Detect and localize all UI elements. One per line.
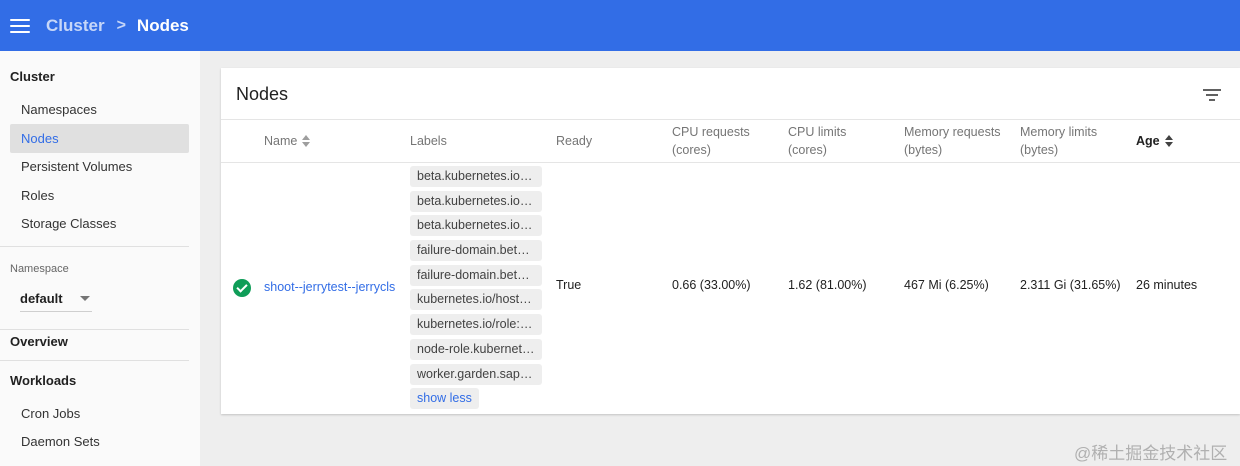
node-name-link[interactable]: shoot--jerrytest--jerrycls (264, 280, 397, 294)
age-value: 26 minutes (1136, 278, 1198, 292)
card-title: Nodes (236, 84, 289, 104)
header-unit: (cores) (672, 143, 711, 157)
cpu-limits-value: 1.62 (81.00%) (788, 278, 867, 292)
sidebar-item-cron-jobs[interactable]: Cron Jobs (10, 399, 189, 428)
column-header-cpu-limits: CPU limits (cores) (788, 120, 846, 162)
column-header-labels: Labels (410, 134, 447, 148)
show-less-button[interactable]: show less (410, 388, 479, 410)
breadcrumb-current: Nodes (136, 15, 189, 35)
sidebar-item-roles[interactable]: Roles (10, 181, 189, 210)
sidebar-item-storage-classes[interactable]: Storage Classes (10, 209, 189, 238)
label-chip[interactable]: kubernetes.io/hostna... (410, 289, 542, 311)
sidebar-divider (0, 246, 189, 247)
nodes-card: Nodes Name Labels Ready CPU requests (cor… (221, 68, 1240, 414)
column-header-memory-requests: Memory requests (bytes) (904, 120, 1001, 162)
column-header-age[interactable]: Age (1136, 120, 1173, 162)
label-chip[interactable]: worker.garden.sapclo... (410, 363, 542, 385)
memory-limits-value: 2.311 Gi (31.65%) (1020, 278, 1121, 292)
filter-icon[interactable] (1203, 88, 1221, 102)
header-line: CPU requests (672, 125, 750, 139)
memory-requests-value: 467 Mi (6.25%) (904, 278, 989, 292)
column-header-cpu-requests: CPU requests (cores) (672, 120, 750, 162)
column-header-memory-limits: Memory limits (bytes) (1020, 120, 1097, 162)
sort-icon[interactable] (1164, 135, 1173, 147)
sidebar-divider (0, 329, 189, 330)
header-line: CPU limits (788, 125, 847, 139)
column-header-name-label: Name (264, 134, 298, 148)
column-header-ready: Ready (556, 134, 593, 148)
label-chip[interactable]: beta.kubernetes.io/o... (410, 215, 542, 237)
header-unit: (cores) (788, 143, 827, 157)
sidebar-item-namespaces[interactable]: Namespaces (10, 95, 189, 124)
header-unit: (bytes) (1020, 143, 1059, 157)
column-header-age-label: Age (1136, 134, 1160, 148)
namespace-select[interactable]: default (20, 286, 92, 312)
namespace-label: Namespace (10, 263, 69, 275)
watermark-text: @稀土掘金技术社区 (1074, 444, 1228, 463)
sort-icon[interactable] (302, 135, 311, 147)
sidebar-heading-workloads[interactable]: Workloads (10, 373, 76, 388)
namespace-value: default (20, 291, 63, 306)
column-header-name[interactable]: Name (264, 120, 311, 162)
cpu-requests-value: 0.66 (33.00%) (672, 278, 751, 292)
top-app-bar: Cluster > Nodes (0, 0, 1240, 51)
sidebar-item-nodes[interactable]: Nodes (10, 124, 189, 153)
label-chip[interactable]: kubernetes.io/role: n... (410, 314, 542, 336)
hamburger-menu-icon[interactable] (10, 18, 30, 33)
ready-value: True (556, 278, 582, 292)
header-line: Memory requests (904, 125, 1001, 139)
label-chip[interactable]: failure-domain.beta.k... (410, 264, 542, 286)
sidebar: Cluster Namespaces Nodes Persistent Volu… (0, 51, 200, 466)
header-unit: (bytes) (904, 143, 943, 157)
sidebar-item-daemon-sets[interactable]: Daemon Sets (10, 427, 189, 456)
breadcrumb-chevron-right-icon: > (116, 16, 126, 34)
label-chip[interactable]: failure-domain.beta.k... (410, 240, 542, 262)
label-chip[interactable]: beta.kubernetes.io/ar... (410, 166, 542, 187)
header-line: Memory limits (1020, 125, 1098, 139)
breadcrumb-cluster[interactable]: Cluster (46, 16, 105, 36)
label-chip[interactable]: beta.kubernetes.io/in... (410, 190, 542, 212)
sidebar-item-persistent-volumes[interactable]: Persistent Volumes (10, 152, 189, 181)
sidebar-heading-overview[interactable]: Overview (10, 334, 68, 349)
sidebar-divider (0, 360, 189, 361)
check-circle-icon (233, 279, 251, 297)
table-header-divider (221, 162, 1240, 163)
sidebar-heading-cluster[interactable]: Cluster (10, 69, 55, 84)
labels-list: beta.kubernetes.io/ar... beta.kubernetes… (410, 166, 544, 410)
label-chip[interactable]: node-role.kubernetes... (410, 338, 542, 360)
dropdown-caret-icon (80, 296, 90, 301)
